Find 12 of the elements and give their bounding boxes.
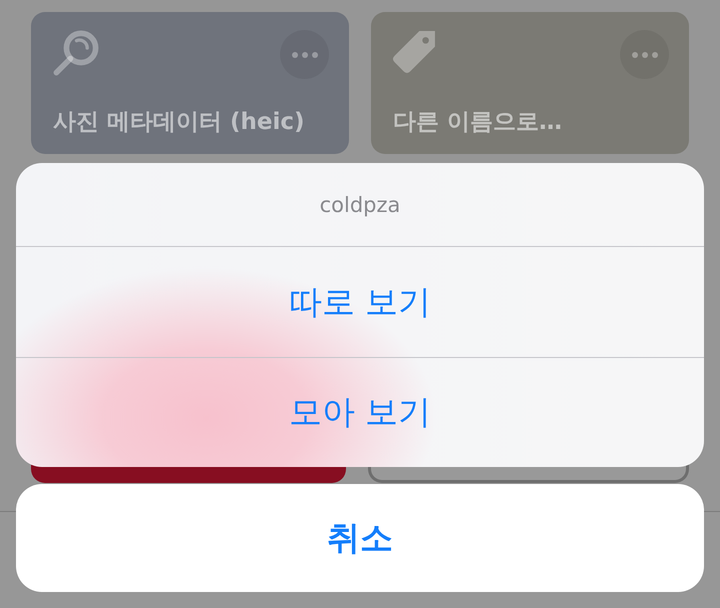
search-icon (53, 30, 99, 76)
tag-icon (391, 31, 435, 75)
cancel-button[interactable]: 취소 (16, 484, 704, 592)
ellipsis-icon (292, 52, 318, 58)
shortcut-card[interactable]: 다른 이름으로… (371, 12, 689, 154)
shortcut-title: 사진 메타데이터 (heic) (53, 108, 305, 137)
shortcut-title: 다른 이름으로… (393, 108, 562, 137)
sheet-option[interactable]: 따로 보기 (16, 247, 704, 357)
sheet-option[interactable]: 모아 보기 (16, 357, 704, 467)
shortcut-card[interactable]: 사진 메타데이터 (heic) (31, 12, 349, 154)
ellipsis-icon (632, 52, 658, 58)
sheet-title: coldpza (16, 163, 704, 247)
